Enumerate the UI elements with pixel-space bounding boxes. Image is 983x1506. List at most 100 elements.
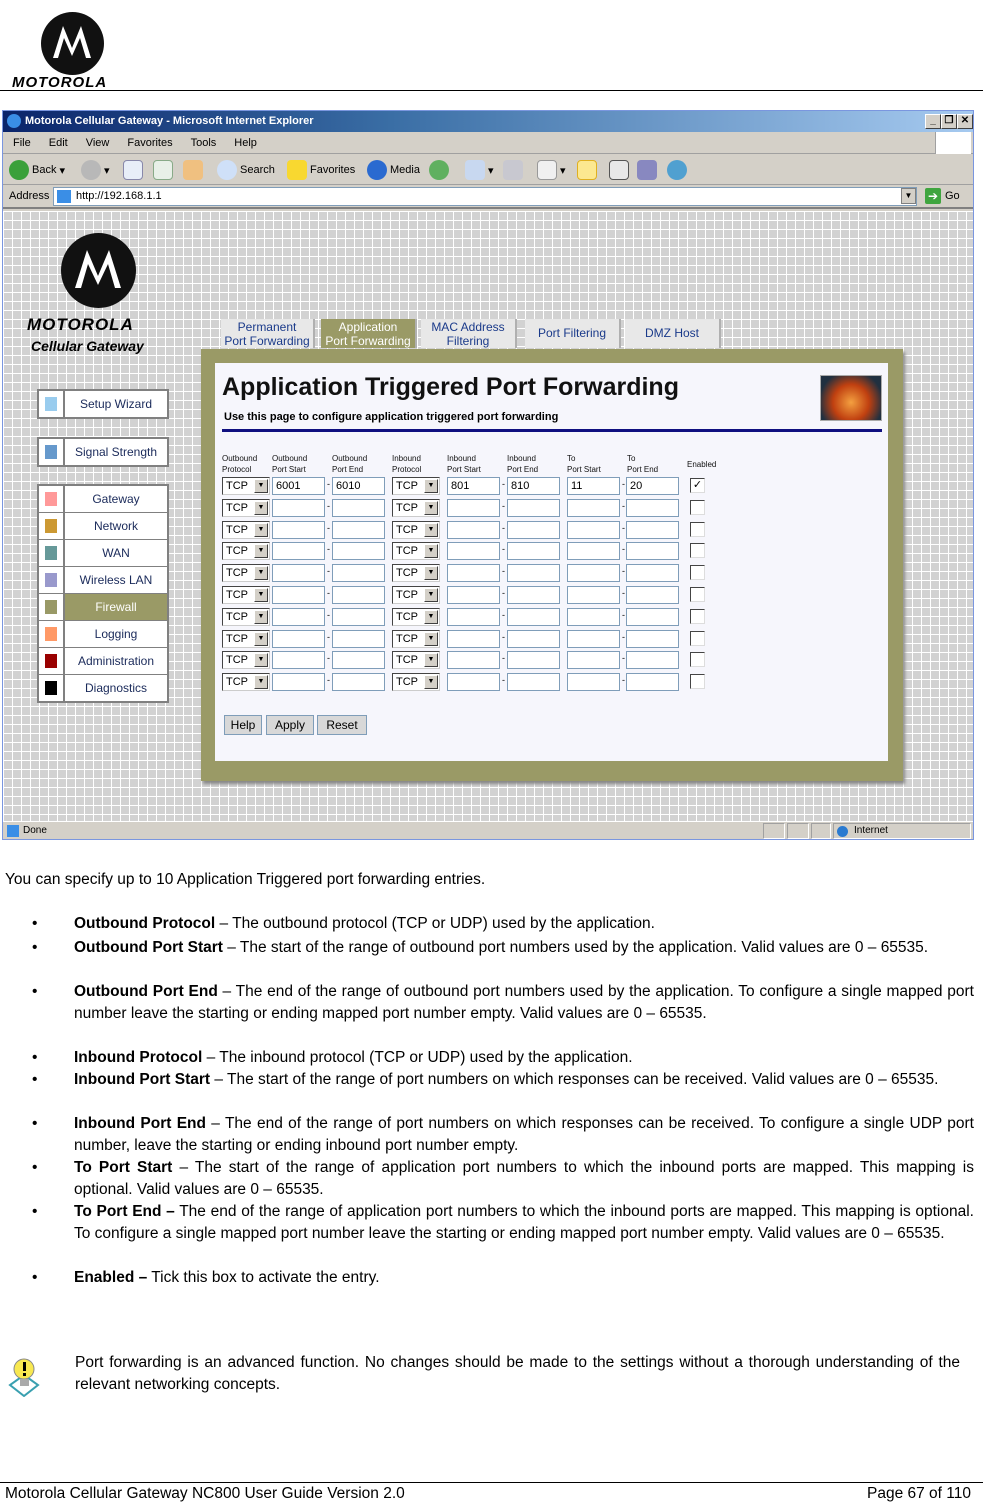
tab-dmz-host[interactable]: DMZ Host [625,319,721,348]
to-port-start-input[interactable] [567,542,620,561]
to-port-start-input[interactable] [567,629,620,648]
inbound-port-end-input[interactable] [507,586,560,604]
outbound-protocol-select[interactable]: TCP ▼ [222,498,270,517]
inbound-port-start-input[interactable] [447,651,500,670]
outbound-protocol-select[interactable]: TCP ▼ [222,564,270,583]
to-port-start-input[interactable] [567,586,620,604]
inbound-port-start-input[interactable] [447,586,500,604]
inbound-protocol-select[interactable]: TCP ▼ [392,520,440,539]
to-port-end-input[interactable] [626,629,679,648]
inbound-port-start-input[interactable]: 801 [447,477,500,495]
enabled-checkbox[interactable] [690,608,705,624]
address-dropdown-button[interactable]: ▼ [901,188,916,204]
minimize-button[interactable]: _ [925,114,941,129]
inbound-port-end-input[interactable] [507,629,560,648]
enabled-checkbox[interactable] [690,565,705,581]
outbound-port-start-input[interactable] [272,564,325,583]
search-button[interactable]: Search [217,158,275,182]
nav-item-logging[interactable]: Logging [39,621,167,647]
device-button[interactable] [609,158,629,182]
outbound-protocol-select[interactable]: TCP ▼ [222,629,270,648]
outbound-port-end-input[interactable] [332,520,385,539]
enabled-checkbox[interactable] [690,674,705,690]
outbound-port-start-input[interactable] [272,629,325,648]
messenger-button[interactable] [667,158,687,182]
inbound-port-end-input[interactable] [507,564,560,583]
inbound-port-start-input[interactable] [447,673,500,692]
nav-item-diagnostics[interactable]: Diagnostics [39,675,167,701]
outbound-protocol-select[interactable]: TCP ▼ [222,542,270,561]
outbound-port-end-input[interactable] [332,498,385,517]
inbound-protocol-select[interactable]: TCP ▼ [392,629,440,648]
outbound-port-start-input[interactable] [272,651,325,670]
outbound-protocol-select[interactable]: TCP ▼ [222,673,270,692]
inbound-port-start-input[interactable] [447,542,500,561]
back-button[interactable]: Back ▾ [9,158,65,182]
inbound-protocol-select[interactable]: TCP ▼ [392,673,440,692]
outbound-port-end-input[interactable] [332,564,385,583]
stop-button[interactable] [123,158,143,182]
outbound-port-start-input[interactable] [272,673,325,692]
enabled-checkbox[interactable] [690,587,705,602]
outbound-protocol-select[interactable]: TCP ▼ [222,520,270,539]
menu-view[interactable]: View [86,137,110,149]
menu-tools[interactable]: Tools [191,137,217,149]
inbound-port-end-input[interactable] [507,498,560,517]
to-port-start-input[interactable] [567,673,620,692]
outbound-port-start-input[interactable] [272,520,325,539]
outbound-port-start-input[interactable]: 6001 [272,477,325,495]
nav-item-wan[interactable]: WAN [39,540,167,566]
to-port-end-input[interactable] [626,651,679,670]
outbound-port-end-input[interactable]: 6010 [332,477,385,495]
outbound-port-end-input[interactable] [332,607,385,626]
tab-application-port-forwarding[interactable]: Application Port Forwarding [321,319,417,348]
forward-button[interactable]: ▾ [81,158,110,182]
inbound-port-end-input[interactable] [507,520,560,539]
outbound-port-end-input[interactable] [332,629,385,648]
to-port-end-input[interactable] [626,607,679,626]
mail-button[interactable]: ▾ [465,158,494,182]
inbound-port-end-input[interactable]: 810 [507,477,560,495]
tab-port-filtering[interactable]: Port Filtering [525,319,621,348]
print-button[interactable] [503,158,523,182]
outbound-protocol-select[interactable]: TCP ▼ [222,477,270,495]
outbound-port-start-input[interactable] [272,607,325,626]
home-button[interactable] [183,158,203,182]
outbound-protocol-select[interactable]: TCP ▼ [222,586,270,604]
outbound-port-start-input[interactable] [272,498,325,517]
go-button[interactable]: ➔ Go [925,188,960,204]
to-port-start-input[interactable] [567,607,620,626]
enabled-checkbox[interactable] [690,499,705,515]
inbound-protocol-select[interactable]: TCP ▼ [392,586,440,604]
research-button[interactable] [637,158,657,182]
inbound-protocol-select[interactable]: TCP ▼ [392,498,440,517]
enabled-checkbox[interactable]: ✓ [690,478,705,493]
inbound-port-start-input[interactable] [447,629,500,648]
restore-button[interactable]: ❐ [941,114,957,129]
to-port-start-input[interactable] [567,564,620,583]
close-button[interactable]: ✕ [957,114,973,129]
refresh-button[interactable] [153,158,173,182]
to-port-end-input[interactable] [626,564,679,583]
to-port-end-input[interactable] [626,673,679,692]
tab-mac-address-filtering[interactable]: MAC Address Filtering [421,319,517,348]
inbound-port-end-input[interactable] [507,542,560,561]
enabled-checkbox[interactable] [690,630,705,646]
to-port-end-input[interactable] [626,542,679,561]
outbound-port-end-input[interactable] [332,651,385,670]
nav-item-firewall[interactable]: Firewall [39,594,167,620]
outbound-port-end-input[interactable] [332,673,385,692]
nav-item-wireless-lan[interactable]: Wireless LAN [39,567,167,593]
menu-favorites[interactable]: Favorites [127,137,172,149]
inbound-port-start-input[interactable] [447,607,500,626]
to-port-end-input[interactable] [626,520,679,539]
inbound-port-end-input[interactable] [507,651,560,670]
outbound-port-start-input[interactable] [272,586,325,604]
inbound-port-end-input[interactable] [507,673,560,692]
menu-file[interactable]: File [13,137,31,149]
inbound-port-start-input[interactable] [447,564,500,583]
apply-button[interactable]: Apply [266,715,314,735]
edit-button[interactable]: ▾ [537,158,566,182]
to-port-start-input[interactable] [567,520,620,539]
history-button[interactable] [429,158,449,182]
